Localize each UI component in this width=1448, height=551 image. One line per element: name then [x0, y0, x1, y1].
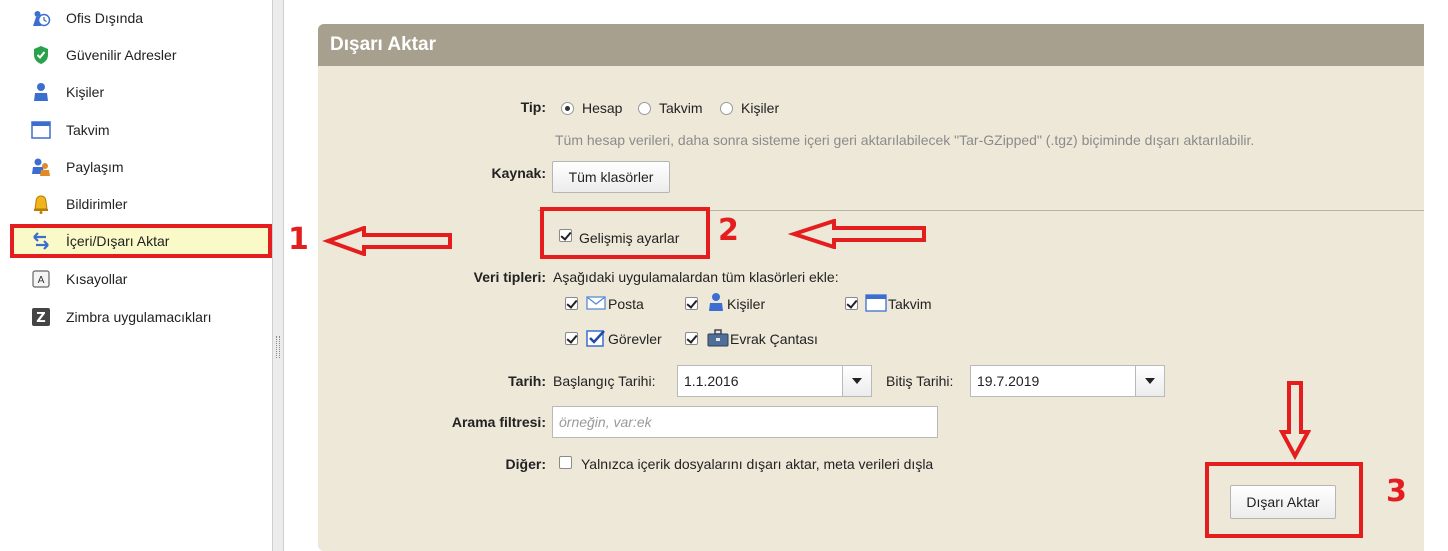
briefcase-icon	[707, 328, 729, 351]
calendar-label: Takvim	[888, 296, 932, 312]
content-only-checkbox[interactable]	[559, 456, 572, 469]
content-only-label[interactable]: Yalnızca içerik dosyalarını dışarı aktar…	[581, 456, 933, 472]
panel-header: Dışarı Aktar	[318, 24, 1424, 66]
type-option-label: Hesap	[582, 100, 623, 116]
calendar-icon	[865, 294, 887, 315]
other-label: Diğer:	[505, 456, 546, 472]
sidebar-item-label: Bildirimler	[66, 196, 128, 212]
contacts-icon	[708, 292, 724, 315]
calendar-icon	[30, 119, 52, 141]
start-date-label: Başlangıç Tarihi:	[553, 373, 656, 389]
out-of-office-icon	[30, 7, 52, 29]
keyboard-shortcut-icon: A	[30, 268, 52, 290]
type-option-label: Kişiler	[741, 100, 780, 116]
panel-title: Dışarı Aktar	[330, 34, 436, 55]
contacts-icon	[30, 81, 52, 103]
end-date-input[interactable]: 19.7.2019	[970, 365, 1136, 397]
annotation-number-2: 2	[718, 213, 739, 248]
sidebar-item-trusted-addresses[interactable]: Güvenilir Adresler	[10, 40, 270, 70]
source-label: Kaynak:	[491, 165, 546, 181]
start-date-dropdown-button[interactable]	[842, 365, 872, 397]
date-label: Tarih:	[508, 373, 546, 389]
search-filter-input[interactable]: örneğin, var:ek	[552, 406, 938, 438]
tasks-icon	[586, 329, 606, 350]
mail-icon	[586, 295, 606, 314]
sidebar-item-shortcuts[interactable]: A Kısayollar	[10, 264, 270, 294]
briefcase-label: Evrak Çantası	[730, 331, 818, 347]
annotation-number-3: 3	[1386, 474, 1407, 509]
end-date-dropdown-button[interactable]	[1135, 365, 1165, 397]
sidebar-item-label: Güvenilir Adresler	[66, 47, 177, 63]
type-radio-contacts[interactable]	[720, 102, 733, 115]
data-types-description: Aşağıdaki uygulamalardan tüm klasörleri …	[553, 269, 839, 285]
annotation-box-3	[1205, 462, 1363, 538]
sidebar-item-calendar[interactable]: Takvim	[10, 115, 270, 145]
contacts-checkbox[interactable]	[685, 297, 698, 310]
zimbra-icon: Z	[30, 306, 52, 328]
sidebar-item-label: Kısayollar	[66, 271, 128, 287]
annotation-number-1: 1	[288, 222, 309, 257]
search-filter-label: Arama filtresi:	[451, 414, 546, 430]
start-date-input[interactable]: 1.1.2016	[677, 365, 843, 397]
sidebar-item-out-of-office[interactable]: Ofis Dışında	[10, 3, 270, 33]
sidebar-item-label: Ofis Dışında	[66, 10, 144, 26]
sidebar-divider[interactable]	[272, 0, 284, 551]
sidebar-item-contacts[interactable]: Kişiler	[10, 77, 270, 107]
type-label: Tip:	[520, 99, 546, 115]
sidebar-item-zimlets[interactable]: Z Zimbra uygulamacıkları	[10, 302, 270, 332]
data-types-label: Veri tipleri:	[473, 269, 546, 285]
svg-text:A: A	[38, 275, 45, 286]
annotation-box-2	[540, 207, 710, 259]
mail-checkbox[interactable]	[565, 297, 578, 310]
contacts-label: Kişiler	[727, 296, 766, 312]
tasks-label: Görevler	[608, 331, 662, 347]
tasks-checkbox[interactable]	[565, 332, 578, 345]
annotation-arrow-1	[322, 226, 452, 256]
briefcase-checkbox[interactable]	[685, 332, 698, 345]
sidebar-item-label: Kişiler	[66, 84, 105, 100]
svg-text:Z: Z	[36, 311, 45, 326]
mail-label: Posta	[608, 296, 644, 312]
sidebar: Ofis Dışında Güvenilir Adresler Kişiler …	[0, 0, 272, 551]
bell-icon	[30, 193, 52, 215]
all-folders-button[interactable]: Tüm klasörler	[552, 161, 670, 193]
type-radio-calendar[interactable]	[638, 102, 651, 115]
sidebar-item-notifications[interactable]: Bildirimler	[10, 189, 270, 219]
end-date-label: Bitiş Tarihi:	[886, 373, 954, 389]
sidebar-item-sharing[interactable]: Paylaşım	[10, 152, 270, 182]
annotation-box-1	[10, 224, 272, 258]
type-radio-account[interactable]	[561, 102, 574, 115]
type-description: Tüm hesap verileri, daha sonra sisteme i…	[555, 132, 1255, 148]
type-option-label: Takvim	[659, 100, 703, 116]
sidebar-item-label: Paylaşım	[66, 159, 124, 175]
annotation-arrow-3	[1279, 381, 1311, 460]
annotation-arrow-2	[788, 219, 926, 249]
shield-icon	[30, 44, 52, 66]
sidebar-item-label: Zimbra uygulamacıkları	[66, 309, 212, 325]
sharing-icon	[30, 156, 52, 178]
sidebar-item-label: Takvim	[66, 122, 110, 138]
resize-handle[interactable]	[276, 336, 280, 358]
calendar-checkbox[interactable]	[845, 297, 858, 310]
